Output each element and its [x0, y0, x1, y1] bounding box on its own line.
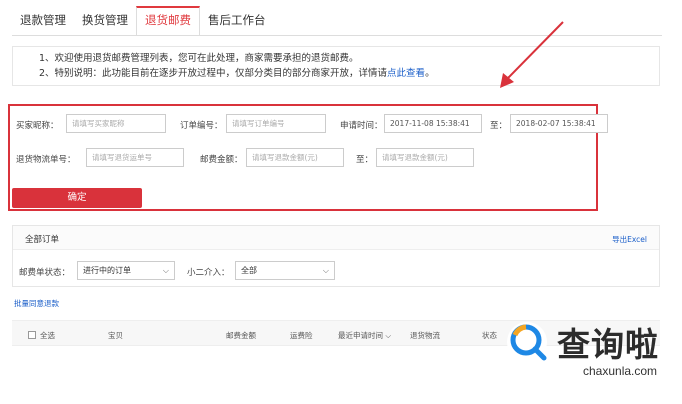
notice-line-1: 1、欢迎使用退货邮费管理列表，您可在此处理，商家需要承担的退货邮费。 [39, 53, 359, 64]
checkbox[interactable] [28, 331, 36, 339]
buyer-nickname-label: 买家昵称： [16, 121, 59, 131]
watermark-text: 查询啦 [557, 325, 659, 364]
search-magnifier-logo-icon [507, 322, 547, 362]
order-number-input[interactable]: 请填写订单编号 [226, 114, 326, 133]
xiaoer-intervene-label: 小二介入： [187, 268, 230, 278]
chevron-down-icon: ⌵ [322, 266, 329, 275]
export-excel-link[interactable]: 导出Excel [612, 234, 647, 245]
orders-header: 全部订单 导出Excel [13, 226, 659, 250]
time-to-label: 至： [490, 121, 508, 131]
tab-bar: 退款管理 换货管理 退货邮费 售后工作台 [12, 6, 274, 36]
col-latest-apply-time[interactable]: 最近申请时间 ⌵ [338, 330, 391, 341]
batch-approve-refund-link[interactable]: 批量同意退款 [14, 298, 59, 309]
apply-time-label: 申请时间： [340, 121, 383, 131]
orders-title: 全部订单 [25, 235, 60, 245]
apply-time-start-input[interactable]: 2017-11-08 15:38:41 [384, 114, 482, 133]
postage-status-select[interactable]: 进行中的订单 ⌵ [77, 261, 175, 280]
col-item: 宝贝 [108, 331, 123, 340]
return-logistics-input[interactable]: 请填写退货运单号 [86, 148, 184, 167]
buyer-nickname-input[interactable]: 请填写买家昵称 [66, 114, 166, 133]
xiaoer-intervene-select[interactable]: 全部 ⌵ [235, 261, 335, 280]
tab-return-postage[interactable]: 退货邮费 [136, 6, 200, 36]
tab-exchange-management[interactable]: 换货管理 [74, 6, 136, 36]
col-return-logistics: 退货物流 [410, 331, 440, 340]
postage-status-label: 邮费单状态： [19, 268, 71, 278]
postage-amount-min-input[interactable]: 请填写退款金额(元) [246, 148, 344, 167]
col-status: 状态 [482, 331, 497, 340]
chevron-down-icon: ⌵ [162, 266, 169, 275]
select-all[interactable]: 全选 [28, 330, 55, 341]
tab-refund-management[interactable]: 退款管理 [12, 6, 74, 36]
col-shipping-insurance: 运费险 [290, 331, 313, 340]
order-number-label: 订单编号： [180, 121, 223, 131]
orders-panel: 全部订单 导出Excel 邮费单状态： 进行中的订单 ⌵ 小二介入： 全部 ⌵ [12, 225, 660, 287]
notice-line-2: 2、特别说明：此功能目前在逐步开放过程中，仅部分类目的部分商家开放，详情请点此查… [39, 68, 435, 79]
filter-form: 买家昵称： 请填写买家昵称 订单编号： 请填写订单编号 申请时间： 2017-1… [8, 104, 608, 211]
chevron-down-icon: ⌵ [383, 331, 392, 340]
col-postage-amount: 邮费金额 [226, 331, 256, 340]
tab-aftersale-workbench[interactable]: 售后工作台 [200, 6, 274, 36]
watermark: 查询啦 chaxunla.com [505, 318, 677, 380]
notice-box: 1、欢迎使用退货邮费管理列表，您可在此处理，商家需要承担的退货邮费。 2、特别说… [12, 46, 660, 86]
notice-details-link[interactable]: 点此查看 [387, 68, 425, 79]
amount-to-label: 至： [356, 155, 374, 165]
apply-time-end-input[interactable]: 2018-02-07 15:38:41 [510, 114, 608, 133]
postage-amount-label: 邮费金额： [200, 155, 243, 165]
postage-amount-max-input[interactable]: 请填写退款金额(元) [376, 148, 474, 167]
tab-divider [12, 35, 662, 36]
confirm-button[interactable]: 确定 [12, 188, 142, 208]
return-logistics-label: 退货物流单号： [16, 155, 76, 165]
watermark-domain: chaxunla.com [583, 364, 658, 378]
